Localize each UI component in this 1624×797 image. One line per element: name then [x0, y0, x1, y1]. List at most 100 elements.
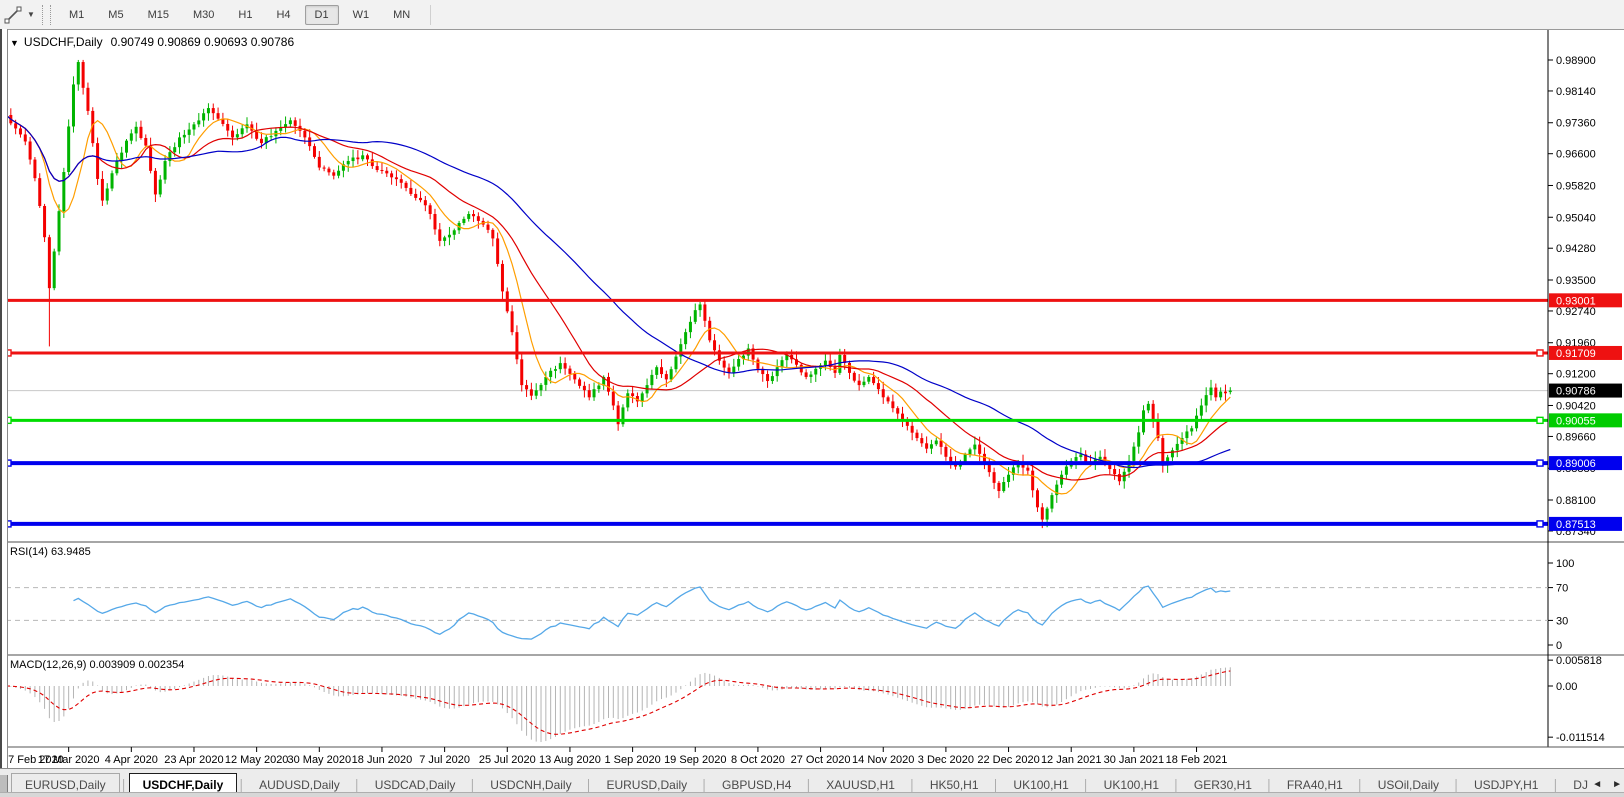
candle-body — [852, 372, 856, 381]
candle-body — [1035, 490, 1039, 508]
candle-body — [660, 367, 664, 375]
candle-body — [178, 137, 182, 148]
candle-body — [987, 464, 991, 473]
candle-body — [240, 128, 244, 135]
toolbar-grip[interactable] — [42, 4, 51, 25]
timeframe-button-mn[interactable]: MN — [383, 5, 420, 25]
level-line-handle[interactable] — [1536, 459, 1544, 467]
timeframe-button-m30[interactable]: M30 — [183, 5, 224, 25]
candle-body — [698, 304, 702, 311]
candle-body — [81, 62, 85, 88]
chart-title-ohlc: 0.90749 0.90869 0.90693 0.90786 — [110, 35, 295, 49]
candle-body — [862, 381, 866, 386]
level-line-handle[interactable] — [1536, 520, 1544, 528]
timeframe-button-m15[interactable]: M15 — [138, 5, 179, 25]
candle-body — [992, 472, 996, 483]
candle-body — [838, 354, 842, 373]
candle-body — [293, 120, 297, 126]
candle-body — [71, 84, 75, 127]
candle-body — [823, 360, 827, 366]
candle-body — [780, 360, 784, 368]
candle-body — [366, 155, 369, 160]
date-label: 14 Nov 2020 — [852, 754, 914, 766]
candle-body — [1204, 395, 1208, 406]
candle-body — [592, 389, 596, 398]
candle-body — [202, 113, 206, 121]
date-label: 8 Oct 2020 — [731, 754, 785, 766]
axis-tick-label: 0.94280 — [1556, 243, 1596, 255]
candle-body — [597, 385, 601, 390]
candle-body — [43, 205, 47, 238]
timeframe-button-h1[interactable]: H1 — [228, 5, 262, 25]
window-left-border — [0, 29, 8, 768]
date-label: 19 Sep 2020 — [664, 754, 726, 766]
candle-body — [351, 157, 355, 162]
candle-body — [259, 138, 263, 144]
candle-body — [520, 359, 524, 386]
candle-body — [525, 385, 529, 390]
candle-body — [419, 197, 423, 201]
window-bottom-strip — [0, 792, 1624, 797]
candle-body — [872, 376, 876, 384]
mt4-window: ▼ M1 M5 M15 M30 H1 H4 D1 W1 MN 0.98900 0.98140 0.9… — [0, 0, 1624, 797]
candle-body — [211, 108, 215, 114]
candle-body — [370, 159, 374, 167]
candle-body — [1219, 391, 1223, 398]
candle-body — [96, 143, 100, 179]
date-label: 17 Mar 2020 — [38, 754, 100, 766]
candle-body — [915, 432, 919, 439]
candle-body — [973, 444, 977, 450]
candle-body — [934, 440, 938, 445]
timeframe-button-d1[interactable]: D1 — [304, 4, 339, 25]
candle-body — [1190, 428, 1194, 432]
rsi-name: RSI(14) — [10, 546, 48, 558]
candle-body — [192, 124, 196, 130]
rsi-axis-label: 100 — [1556, 558, 1574, 570]
tab-scroll-left-icon[interactable]: ◄ — [1592, 780, 1602, 790]
line-tool-icon[interactable] — [2, 5, 24, 25]
timeframe-button-h4[interactable]: H4 — [266, 5, 300, 25]
date-axis[interactable]: 27 Feb 202017 Mar 2020 4 Apr 2020 23 Apr 2… — [2, 747, 1227, 766]
candle-body — [766, 374, 770, 382]
candle-body — [182, 134, 186, 138]
candle-body — [963, 454, 967, 462]
axis-tick-label: 0.98140 — [1556, 86, 1596, 98]
axis-tick-label: 0.93500 — [1556, 275, 1596, 287]
level-line-handle[interactable] — [1536, 416, 1544, 425]
candle-body — [1132, 446, 1136, 461]
level-line-handle[interactable] — [1536, 349, 1544, 357]
axis-tick-label: 0.98900 — [1556, 55, 1596, 67]
candle-body — [173, 147, 177, 153]
candle-body — [664, 374, 668, 380]
candle-body — [529, 389, 533, 396]
timeframe-button-m1[interactable]: M1 — [59, 5, 94, 25]
toolbar-dropdown-caret-icon[interactable]: ▼ — [24, 10, 38, 19]
candle-body — [684, 332, 688, 345]
tab-scroll-right-icon[interactable]: ► — [1612, 780, 1622, 790]
candle-body — [1199, 405, 1203, 416]
candle-body — [462, 218, 466, 223]
candle-body — [669, 369, 673, 380]
candle-body — [394, 177, 398, 180]
candle-body — [1050, 495, 1054, 509]
candle-body — [857, 380, 861, 386]
candle-body — [67, 126, 71, 173]
timeframe-button-w1[interactable]: W1 — [343, 5, 380, 25]
candle-body — [713, 340, 717, 351]
candle-body — [549, 370, 553, 377]
timeframe-button-m5[interactable]: M5 — [98, 5, 133, 25]
candle-body — [385, 170, 389, 174]
candle-body — [303, 130, 307, 138]
candle-body — [1151, 403, 1155, 421]
price-chart-canvas[interactable]: 0.98900 0.98140 0.97360 0.96600 0.95820 0.950… — [0, 30, 1624, 769]
candle-body — [414, 193, 418, 198]
date-label: 13 Aug 2020 — [539, 754, 601, 766]
date-label: 12 May 2020 — [225, 754, 289, 766]
candle-body — [693, 310, 697, 322]
date-label: 23 Apr 2020 — [164, 754, 223, 766]
symbol-caret-icon[interactable]: ▼ — [10, 38, 19, 48]
candle-body — [1045, 508, 1049, 520]
price-axis[interactable]: 0.98900 0.98140 0.97360 0.96600 0.95820 0.950… — [1548, 55, 1622, 744]
candle-body — [886, 397, 890, 402]
macd-axis-label: 0.005818 — [1556, 655, 1602, 667]
